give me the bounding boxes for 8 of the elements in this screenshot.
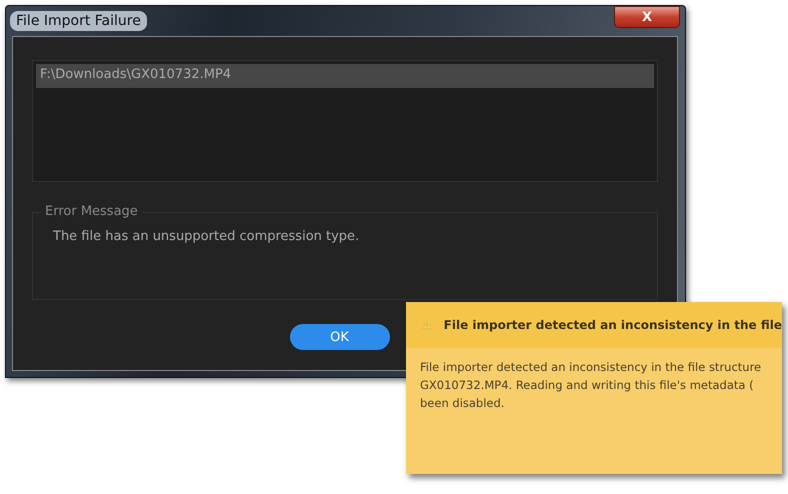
group-legend: Error Message [41, 204, 142, 219]
ok-button[interactable]: OK [290, 324, 390, 350]
window-title: File Import Failure [10, 11, 147, 31]
notification-message: File importer detected an inconsistency in the file structure GX010732.MP4. Reading and writing this file's metadata ( been disabled. [419, 359, 762, 412]
close-button[interactable]: X [614, 6, 680, 28]
file-list-item[interactable]: F:\Downloads\GX010732.MP4 [36, 64, 654, 88]
notification-title: File importer detected an inconsistency in the file [444, 318, 782, 332]
error-message: The file has an unsupported compression type. [53, 229, 360, 244]
